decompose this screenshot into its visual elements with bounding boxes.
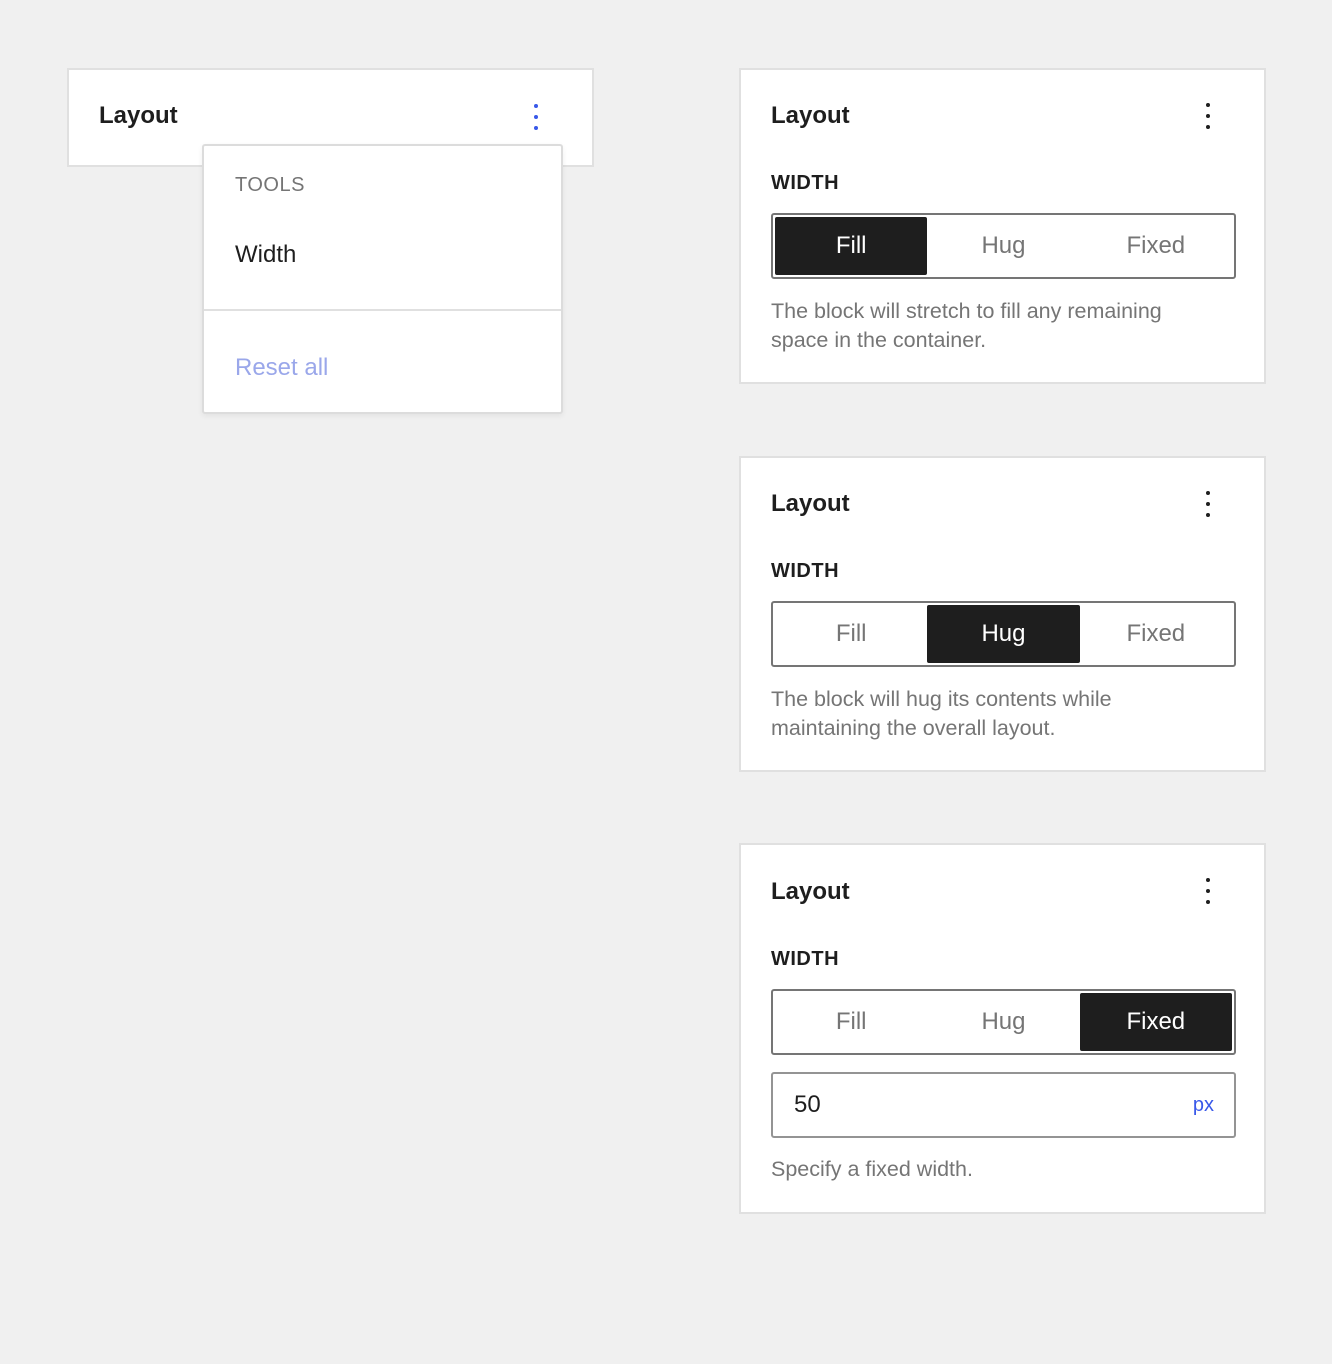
panel-title: Layout	[771, 878, 850, 905]
width-value[interactable]: 50	[794, 1091, 1193, 1119]
segment-fill[interactable]: Fill	[775, 605, 927, 663]
segment-fixed[interactable]: Fixed	[1080, 605, 1232, 663]
reset-all-button[interactable]: Reset all	[235, 354, 328, 382]
panel-title: Layout	[771, 490, 850, 517]
width-toggle-group: Fill Hug Fixed	[771, 213, 1236, 279]
width-section-label: WIDTH	[771, 172, 840, 194]
vertical-ellipsis-icon[interactable]	[1196, 486, 1220, 522]
width-toggle-group: Fill Hug Fixed	[771, 989, 1236, 1055]
width-section-label: WIDTH	[771, 948, 840, 970]
width-toggle-group: Fill Hug Fixed	[771, 601, 1236, 667]
width-section-label: WIDTH	[771, 560, 840, 582]
vertical-ellipsis-icon[interactable]	[1196, 873, 1220, 909]
tools-dropdown-menu: TOOLS Width Reset all	[202, 144, 563, 414]
layout-panel-fill: Layout WIDTH Fill Hug Fixed The block wi…	[739, 68, 1266, 384]
help-text: The block will hug its contents while ma…	[771, 687, 1112, 740]
segment-hug[interactable]: Hug	[927, 993, 1079, 1051]
menu-item-width[interactable]: Width	[235, 241, 296, 269]
segment-fill[interactable]: Fill	[775, 993, 927, 1051]
vertical-ellipsis-icon[interactable]	[1196, 98, 1220, 134]
layout-panel-fixed: Layout WIDTH Fill Hug Fixed 50 px Specif…	[739, 843, 1266, 1214]
menu-divider	[204, 309, 561, 311]
fixed-width-input[interactable]: 50 px	[771, 1072, 1236, 1138]
segment-hug[interactable]: Hug	[927, 605, 1080, 663]
menu-heading: TOOLS	[235, 174, 305, 196]
vertical-ellipsis-icon[interactable]	[524, 99, 548, 135]
panel-title: Layout	[771, 102, 850, 129]
layout-panel-hug: Layout WIDTH Fill Hug Fixed The block wi…	[739, 456, 1266, 772]
segment-fill[interactable]: Fill	[775, 217, 928, 275]
help-text: The block will stretch to fill any remai…	[771, 299, 1162, 352]
segment-hug[interactable]: Hug	[927, 217, 1079, 275]
unit-select[interactable]: px	[1193, 1094, 1214, 1117]
segment-fixed[interactable]: Fixed	[1080, 217, 1232, 275]
help-text: Specify a fixed width.	[771, 1157, 973, 1181]
segment-fixed[interactable]: Fixed	[1079, 993, 1232, 1051]
panel-title: Layout	[99, 102, 178, 129]
